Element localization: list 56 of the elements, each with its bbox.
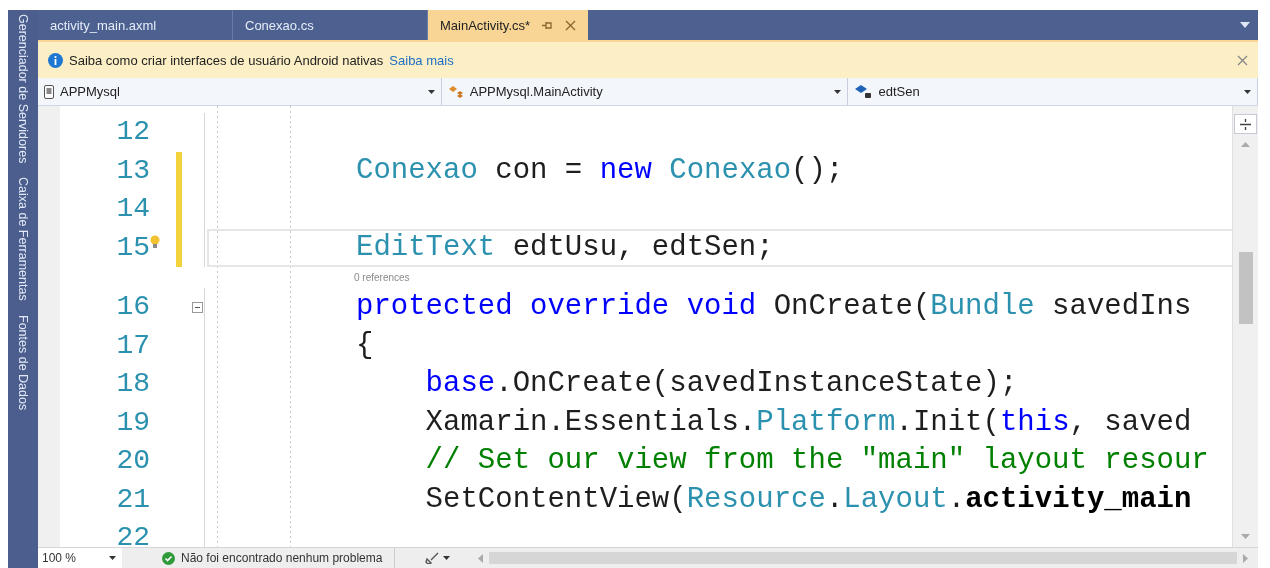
line-number: 20 — [115, 444, 150, 478]
collapse-icon[interactable] — [191, 301, 203, 313]
caret-icon — [834, 89, 842, 94]
class-icon — [447, 84, 464, 99]
caret-icon — [109, 556, 116, 560]
side-panel-tab[interactable]: Caixa de Ferramentas — [16, 177, 30, 302]
info-message: Saiba como criar interfaces de usuário Android nativas — [69, 52, 384, 68]
dropdown-icon[interactable] — [1240, 22, 1250, 28]
code-line: { — [355, 327, 375, 364]
caret-icon — [443, 556, 451, 560]
file-tab[interactable]: MainActivity.cs* — [428, 10, 589, 40]
lightbulb-icon[interactable] — [150, 234, 160, 249]
side-panel-tab[interactable]: Gerenciador de Servidores — [16, 14, 30, 164]
caret-icon — [1244, 89, 1251, 94]
class-dropdown[interactable]: APPMysql.MainActivity — [441, 78, 849, 105]
status-message: Não foi encontrado nenhum problema — [181, 551, 383, 565]
code-line: Conexao con = new Conexao(); — [355, 152, 845, 189]
close-icon[interactable] — [1237, 54, 1248, 66]
scroll-right-icon[interactable] — [1243, 553, 1248, 563]
references-count[interactable]: 0 references — [205, 267, 1232, 288]
line-number: 22 — [115, 521, 150, 547]
line-number: 14 — [115, 192, 150, 226]
code-line: protected override void OnCreate(Bundle savedIns — [355, 289, 1193, 325]
info-icon — [48, 52, 63, 68]
learn-more-link[interactable]: Saiba mais — [389, 52, 454, 68]
pin-icon[interactable] — [542, 20, 554, 30]
scrollbar-thumb[interactable] — [489, 552, 1237, 564]
scroll-left-icon[interactable] — [478, 553, 484, 563]
vertical-scrollbar[interactable] — [1232, 106, 1258, 547]
member-dropdown[interactable]: edtSen — [848, 78, 1258, 105]
brush-icon — [425, 552, 440, 564]
close-icon[interactable] — [565, 19, 577, 31]
code-line: // Set our view from the "main" layout resour — [424, 443, 1210, 479]
caret-icon — [427, 89, 435, 94]
project-dropdown[interactable]: APPMysql — [38, 78, 442, 105]
code-line: SetContentView(Resource.Layout.activity_main — [424, 481, 1193, 518]
scroll-down-icon[interactable] — [1241, 534, 1250, 539]
split-icon[interactable] — [1234, 114, 1257, 134]
zoom-dropdown[interactable]: 100 % — [38, 548, 122, 568]
code-line: base.OnCreate(savedInstanceState); — [424, 366, 1019, 402]
code-line: Xamarin.Essentials.Platform.Init(this, saved — [424, 404, 1193, 441]
scroll-up-icon[interactable] — [1241, 142, 1250, 147]
scrollbar-thumb[interactable] — [1238, 252, 1253, 324]
line-number: 12 — [115, 115, 150, 149]
line-number: 19 — [115, 405, 150, 440]
line-number: 17 — [115, 328, 150, 363]
line-number: 21 — [115, 482, 150, 517]
line-number: 15 — [115, 230, 150, 265]
phone-icon — [44, 84, 54, 99]
check-icon — [162, 551, 175, 565]
line-number: 13 — [115, 153, 150, 188]
field-icon — [854, 84, 873, 99]
line-number: 16 — [115, 290, 150, 324]
side-panel-tab[interactable]: Fontes de Dados — [16, 315, 30, 411]
current-code-line: EditText edtUsu, edtSen; — [207, 228, 1232, 267]
line-number: 18 — [115, 367, 150, 401]
